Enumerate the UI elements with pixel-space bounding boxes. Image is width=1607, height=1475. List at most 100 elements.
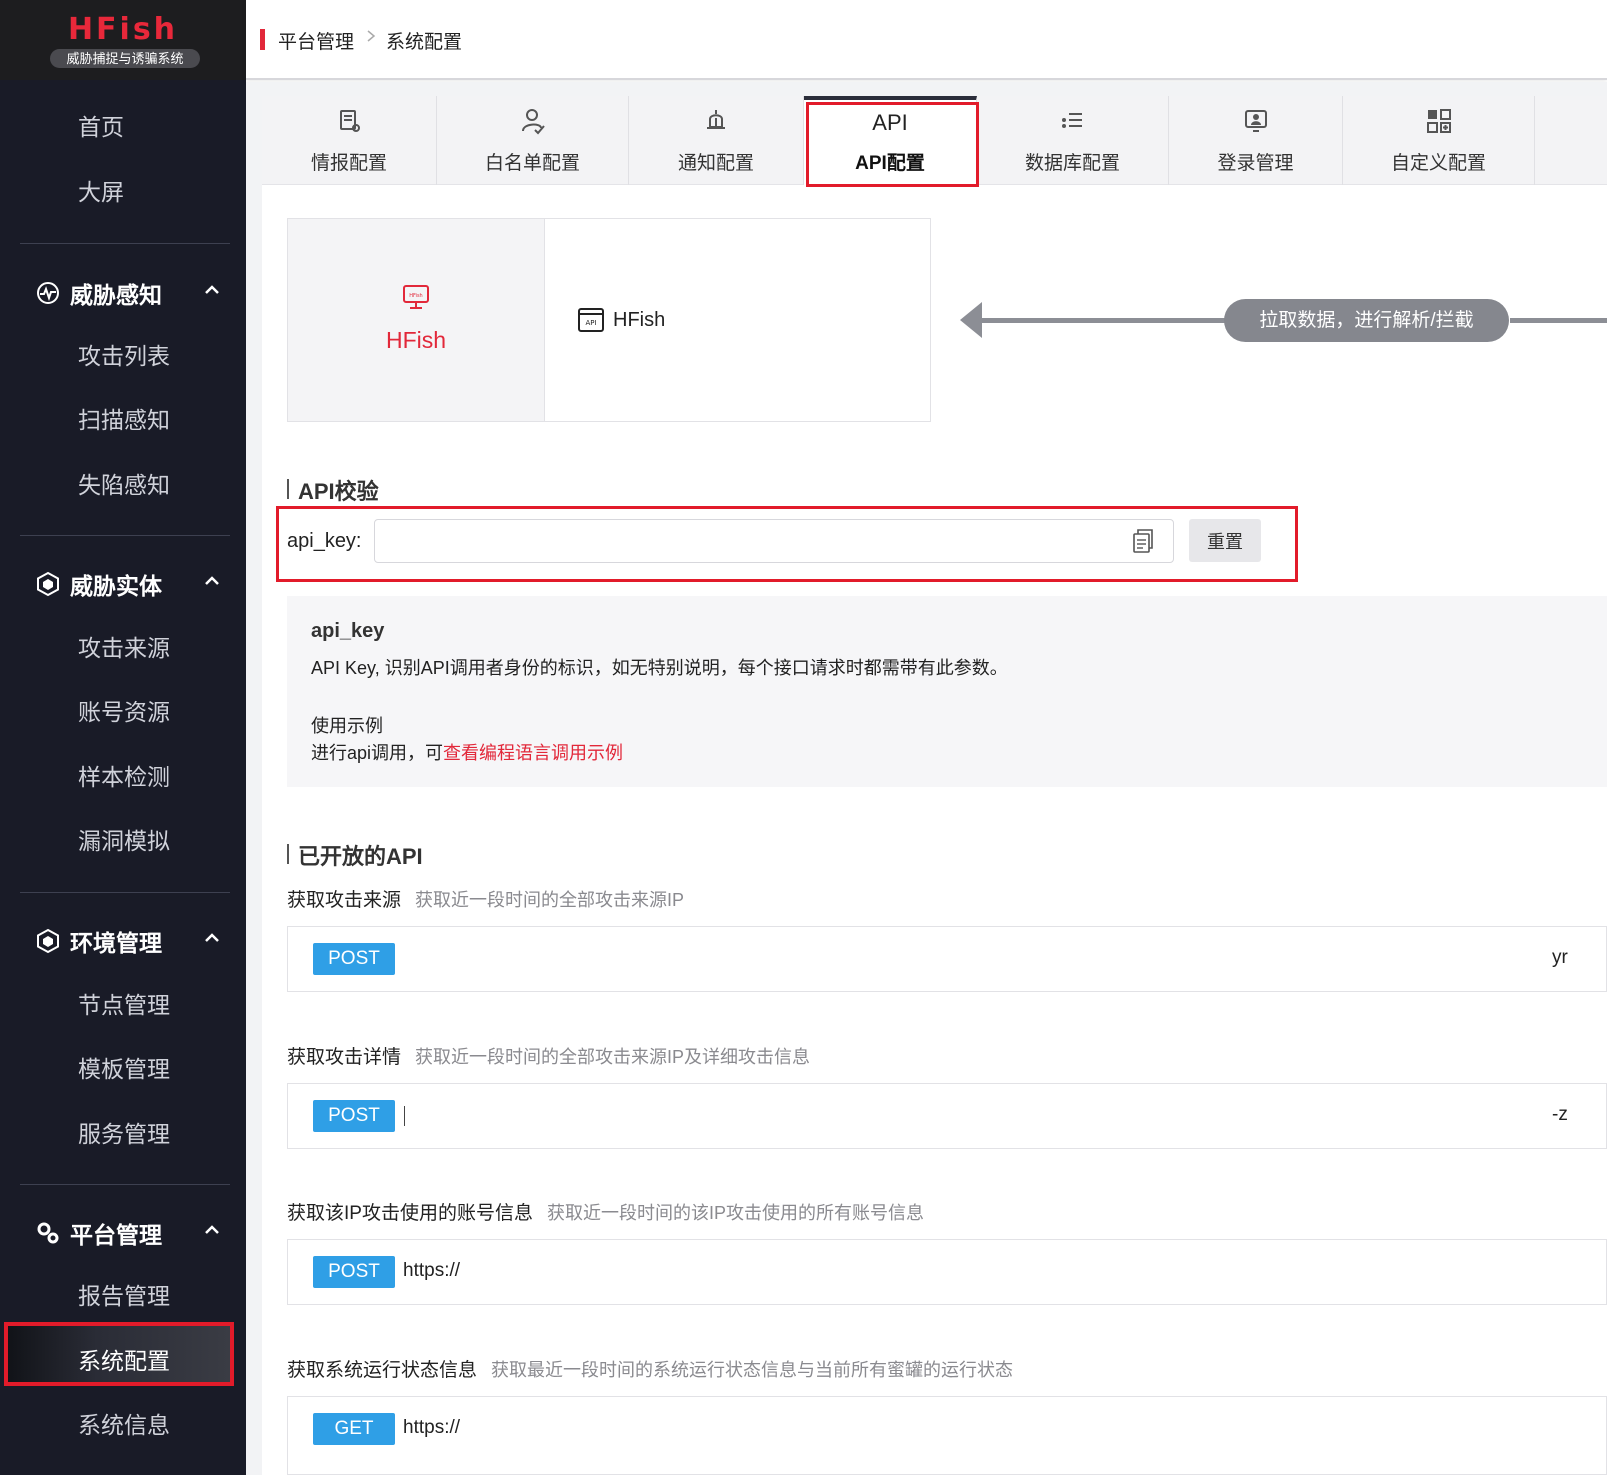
sidebar-item-scan-perception[interactable]: 扫描感知 (78, 401, 170, 435)
code-example-link[interactable]: 查看编程语言调用示例 (443, 743, 623, 763)
tab-label: 情报配置 (310, 153, 387, 174)
header: 平台管理 系统配置 (246, 0, 1607, 80)
sidebar-group-threat-perception[interactable]: 威胁感知 (34, 276, 162, 310)
logo-title: HFish (67, 12, 179, 47)
section-title-api-check: API校验 (287, 474, 379, 506)
sidebar: HFish 威胁捕捉与诱骗系统 首页 大屏 威胁感知 攻击列表 扫描感知 失陷感… (0, 0, 246, 1475)
gears-icon (37, 1222, 59, 1244)
api-item-title: 获取攻击来源 获取近一段时间的全部攻击来源IP (287, 885, 684, 912)
arrow-left-icon (960, 302, 982, 338)
flow-hfish-node: HFish HFish (288, 219, 545, 421)
bell-icon (707, 110, 725, 129)
method-badge: GET (313, 1413, 395, 1445)
logo[interactable]: HFish 威胁捕捉与诱骗系统 (0, 0, 246, 80)
tab-custom-config[interactable]: 自定义配置 (1343, 96, 1535, 185)
tab-label: 白名单配置 (484, 153, 580, 174)
info-call-prefix: 进行api调用，可 (311, 743, 444, 763)
sidebar-item-account-resource[interactable]: 账号资源 (78, 693, 170, 727)
endpoint-url-tail: yr (1552, 947, 1568, 968)
api-window-icon: API (578, 308, 604, 332)
database-list-icon (1061, 113, 1082, 128)
tab-login-management[interactable]: 登录管理 (1169, 96, 1343, 185)
api-endpoint-box[interactable]: POST yr (287, 926, 1607, 992)
tab-database-config[interactable]: 数据库配置 (977, 96, 1169, 185)
method-badge: POST (313, 943, 395, 975)
logo-subtitle: 威胁捕捉与诱骗系统 (50, 49, 200, 68)
api-endpoint-box[interactable]: POST -z (287, 1083, 1607, 1149)
tab-notify-config[interactable]: 通知配置 (629, 96, 804, 185)
sidebar-item-sample-detection[interactable]: 样本检测 (78, 758, 170, 792)
environment-icon (37, 928, 59, 954)
chevron-up-icon[interactable] (203, 929, 221, 947)
sidebar-item-service-management[interactable]: 服务管理 (78, 1115, 170, 1149)
sidebar-item-template-management[interactable]: 模板管理 (78, 1050, 170, 1084)
sidebar-item-bigscreen[interactable]: 大屏 (78, 173, 124, 207)
flow-pull-data-pill: 拉取数据，进行解析/拦截 (1224, 299, 1509, 342)
api-key-label: api_key: (287, 530, 362, 552)
reset-button[interactable]: 重置 (1189, 519, 1261, 562)
copy-icon[interactable] (1131, 528, 1155, 554)
sidebar-divider (20, 243, 230, 244)
api-endpoint-box[interactable]: GET https:// (287, 1396, 1607, 1475)
endpoint-url: https:// (403, 1260, 461, 1281)
method-badge: POST (313, 1100, 395, 1132)
sidebar-group-label: 平台管理 (70, 1222, 162, 1248)
sidebar-item-system-info[interactable]: 系统信息 (78, 1406, 170, 1440)
sidebar-item-node-management[interactable]: 节点管理 (78, 986, 170, 1020)
api-item-name: 获取攻击来源 (287, 890, 402, 911)
api-flow-diagram: HFish HFish API HFish (287, 218, 931, 422)
intel-doc-icon (340, 110, 360, 132)
tab-label: 通知配置 (677, 153, 754, 174)
flow-arrow-line (980, 318, 1225, 323)
breadcrumb-marker (260, 29, 265, 50)
chevron-up-icon[interactable] (203, 1221, 221, 1239)
api-item-desc: 获取最近一段时间的系统运行状态信息与当前所有蜜罐的运行状态 (491, 1360, 1014, 1380)
info-key-name: api_key (311, 620, 385, 642)
api-window-icon-text: API (585, 319, 596, 327)
info-example-title: 使用示例 (311, 716, 383, 736)
endpoint-url: https:// (403, 1417, 461, 1438)
api-item-name: 获取该IP攻击使用的账号信息 (287, 1203, 533, 1224)
sidebar-item-vuln-simulation[interactable]: 漏洞模拟 (78, 822, 170, 856)
sidebar-group-platform[interactable]: 平台管理 (34, 1216, 162, 1250)
sidebar-item-report-management[interactable]: 报告管理 (78, 1277, 170, 1311)
api-item-desc: 获取近一段时间的该IP攻击使用的所有账号信息 (546, 1203, 924, 1223)
api-endpoint-box[interactable]: POST https:// (287, 1239, 1607, 1305)
sidebar-group-label: 环境管理 (70, 930, 162, 956)
api-item-title: 获取攻击详情 获取近一段时间的全部攻击来源IP及详细攻击信息 (287, 1042, 810, 1069)
sidebar-divider (20, 1184, 230, 1185)
sidebar-group-environment[interactable]: 环境管理 (34, 924, 162, 958)
api-item-desc: 获取近一段时间的全部攻击来源IP (415, 890, 685, 910)
tab-whitelist-config[interactable]: 白名单配置 (437, 96, 629, 185)
monitor-icon: HFish (403, 285, 429, 309)
sidebar-item-attack-source[interactable]: 攻击来源 (78, 629, 170, 663)
section-title-open-api: 已开放的API (287, 839, 423, 871)
sidebar-group-threat-entity[interactable]: 威胁实体 (34, 567, 162, 601)
login-user-icon (1244, 110, 1267, 132)
sidebar-divider (20, 892, 230, 893)
sidebar-item-home[interactable]: 首页 (78, 108, 124, 142)
api-item-title: 获取该IP攻击使用的账号信息 获取近一段时间的该IP攻击使用的所有账号信息 (287, 1198, 924, 1225)
endpoint-url-tail: -z (1552, 1104, 1568, 1125)
flow-hfish-name: HFish (385, 327, 447, 353)
api-item-name: 获取攻击详情 (287, 1047, 402, 1068)
api-item-title: 获取系统运行状态信息 获取最近一段时间的系统运行状态信息与当前所有蜜罐的运行状态 (287, 1355, 1013, 1382)
api-item-desc: 获取近一段时间的全部攻击来源IP及详细攻击信息 (415, 1047, 811, 1067)
tab-label: 登录管理 (1217, 153, 1294, 174)
sidebar-item-compromise-perception[interactable]: 失陷感知 (78, 466, 170, 500)
threat-perception-icon (37, 282, 59, 304)
api-key-input[interactable] (374, 519, 1174, 563)
chevron-up-icon[interactable] (203, 281, 221, 299)
tab-intel-config[interactable]: 情报配置 (262, 96, 437, 185)
chevron-up-icon[interactable] (203, 572, 221, 590)
sidebar-item-label: 系统配置 (78, 1348, 170, 1374)
monitor-icon-text: HFish (409, 293, 422, 299)
sidebar-item-system-config[interactable]: 系统配置 (4, 1322, 234, 1386)
info-description: API Key, 识别API调用者身份的标识，如无特别说明，每个接口请求时都需带… (311, 658, 1008, 678)
highlight-box-api-tab (806, 102, 979, 187)
sidebar-group-label: 威胁感知 (70, 282, 162, 308)
api-item-name: 获取系统运行状态信息 (287, 1360, 478, 1381)
sidebar-item-attack-list[interactable]: 攻击列表 (78, 337, 170, 371)
api-key-info-box: api_key API Key, 识别API调用者身份的标识，如无特别说明，每个… (287, 596, 1607, 787)
breadcrumb-parent[interactable]: 平台管理 (278, 27, 354, 54)
